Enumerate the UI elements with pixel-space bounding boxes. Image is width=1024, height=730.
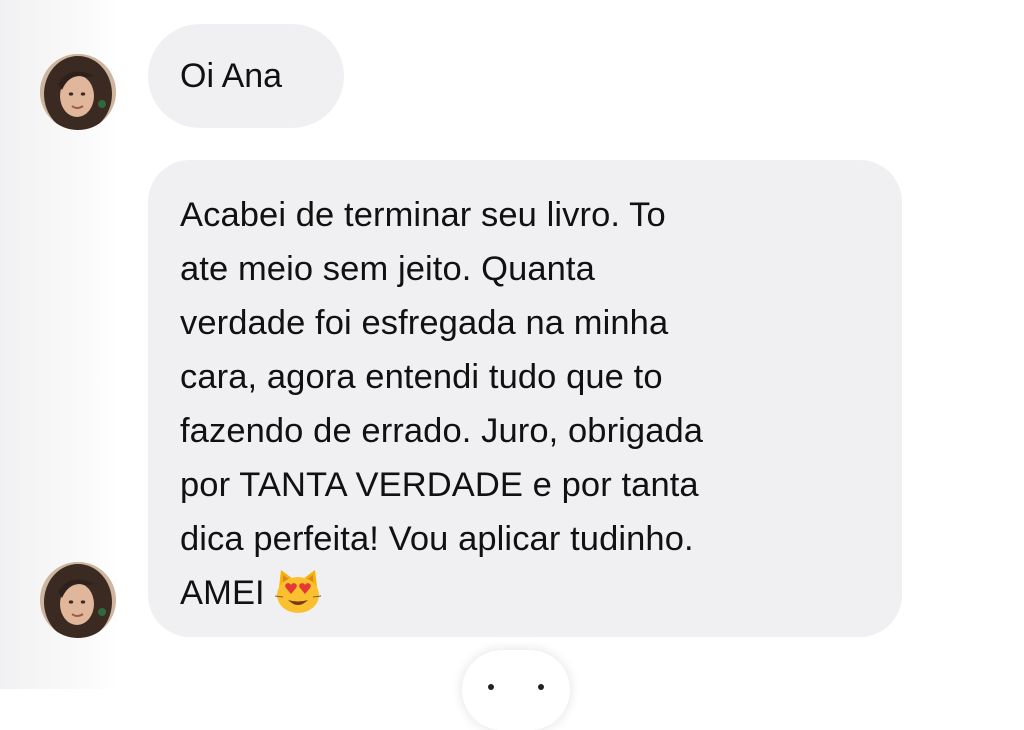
reaction-button[interactable]: [462, 650, 570, 730]
reaction-dot: [488, 684, 494, 690]
sender-avatar[interactable]: [40, 54, 116, 130]
avatar-photo-icon: [40, 562, 116, 638]
message-text-line: Oi Ana: [180, 57, 283, 95]
avatar-photo-icon: [40, 54, 116, 130]
heart-eyes-cat-icon: [273, 566, 323, 616]
message-last-line: AMEI: [180, 566, 872, 620]
message-text-line: AMEI: [180, 574, 265, 612]
message-bubble-book-feedback[interactable]: Acabei de terminar seu livro. To ate mei…: [148, 160, 902, 637]
message-text-line: dica perfeita! Vou aplicar tudinho.: [180, 520, 694, 558]
message-text-line: por TANTA VERDADE e por tanta: [180, 466, 699, 504]
message-text-line: verdade foi esfregada na minha: [180, 304, 669, 342]
message-text-line: fazendo de errado. Juro, obrigada: [180, 412, 704, 450]
message-thread: Oi Ana Acabei de terminar seu livro. To …: [0, 0, 1024, 730]
message-text-line: Acabei de terminar seu livro. To: [180, 196, 666, 234]
message-text-line: cara, agora entendi tudo que to: [180, 358, 663, 396]
message-bubble-greeting[interactable]: Oi Ana: [148, 24, 344, 128]
sender-avatar[interactable]: [40, 562, 116, 638]
message-text-line: ate meio sem jeito. Quanta: [180, 250, 595, 288]
reaction-dot: [538, 684, 544, 690]
